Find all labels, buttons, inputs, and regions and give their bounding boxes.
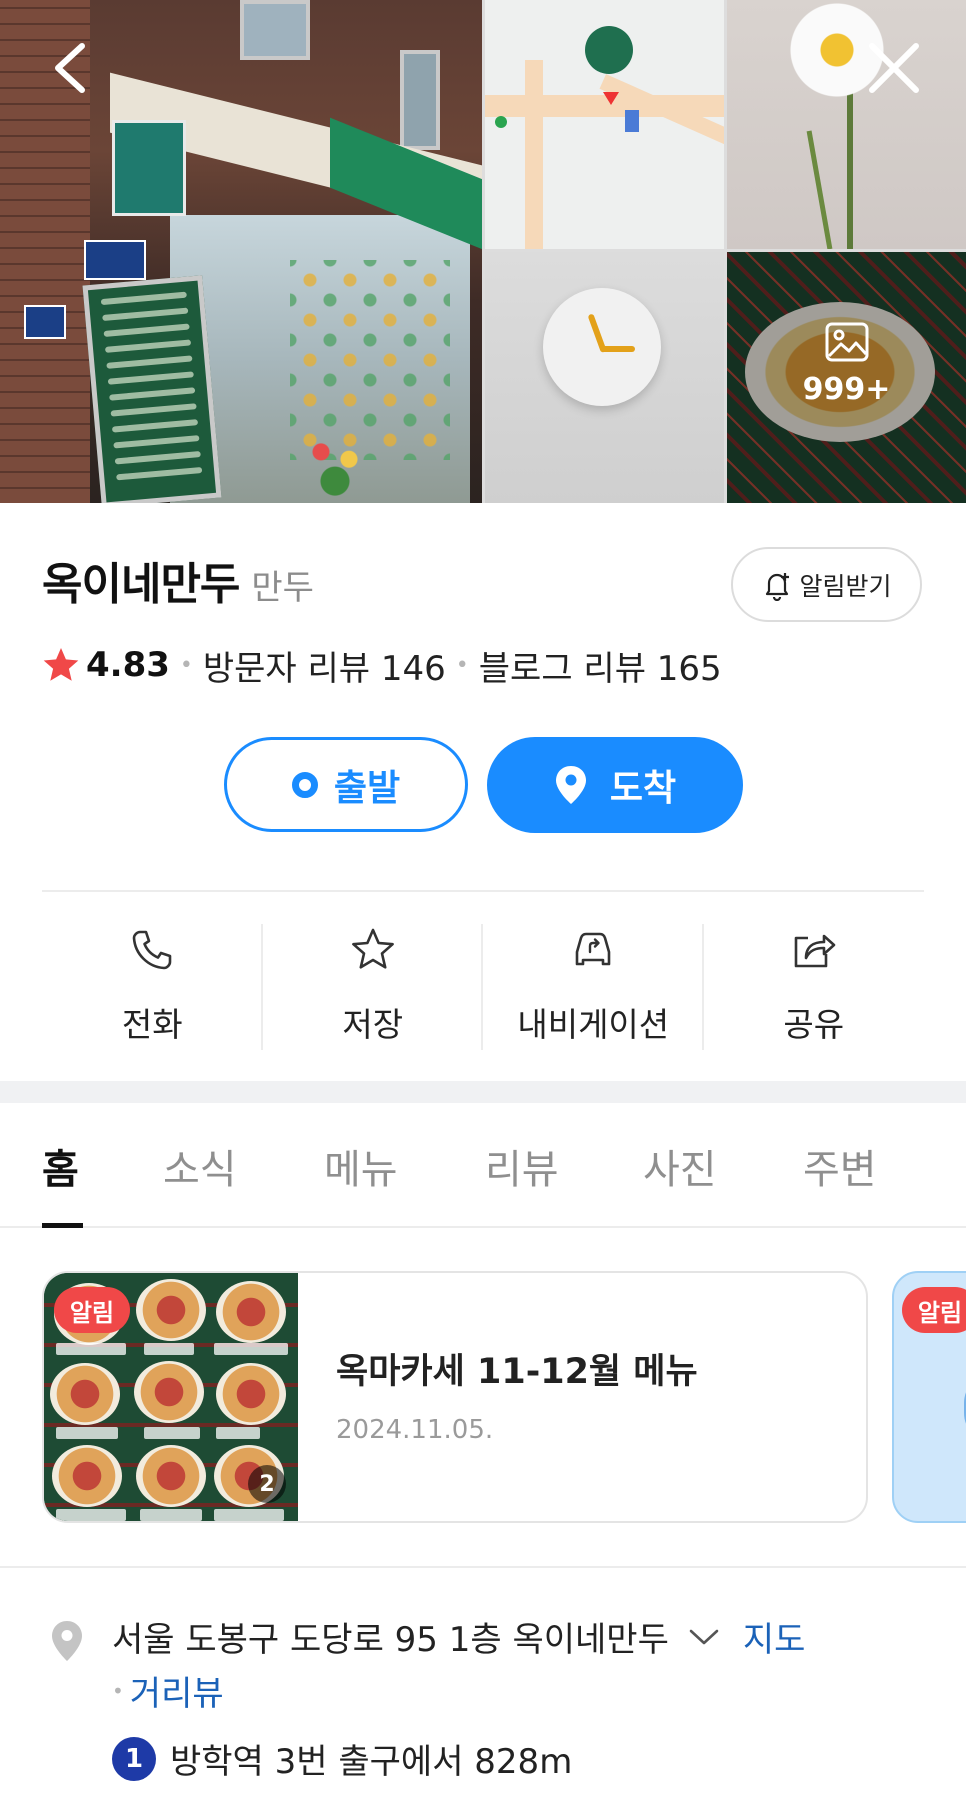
alert-subscribe-button[interactable]: 알림받기 <box>731 547 922 622</box>
chevron-down-icon[interactable] <box>687 1626 721 1648</box>
street-view-link[interactable]: 거리뷰 <box>130 1666 224 1715</box>
tab-nearby[interactable]: 주변 <box>803 1137 877 1195</box>
location-pin-icon <box>555 766 586 804</box>
navigation-label: 내비게이션 <box>517 1005 670 1044</box>
section-separator <box>0 1081 966 1103</box>
arrive-button[interactable]: 도착 <box>487 737 743 833</box>
share-label: 공유 <box>783 1005 845 1044</box>
bell-plus-icon <box>766 572 790 601</box>
arrive-label: 도착 <box>609 768 677 809</box>
tab-news[interactable]: 소식 <box>163 1137 237 1195</box>
more-photos-tile[interactable]: 999+ <box>727 252 966 503</box>
map-link[interactable]: 지도 <box>743 1612 806 1661</box>
image-count-badge: 2 <box>248 1465 286 1503</box>
tab-menu[interactable]: 메뉴 <box>324 1137 398 1195</box>
clock-photo[interactable] <box>485 252 724 503</box>
origin-circle-icon <box>291 771 318 798</box>
share-button[interactable]: 공유 <box>704 918 925 1050</box>
share-icon <box>794 934 836 968</box>
notice-date: 2024.11.05. <box>336 1415 494 1445</box>
call-button[interactable]: 전화 <box>42 918 263 1050</box>
visitor-review-link[interactable]: 방문자 리뷰 146 <box>203 641 446 690</box>
flower-photo[interactable] <box>727 0 966 249</box>
phone-icon <box>132 930 172 970</box>
image-icon <box>825 322 868 362</box>
save-button[interactable]: 저장 <box>263 918 484 1050</box>
save-label: 저장 <box>342 1005 404 1044</box>
alert-subscribe-label: 알림받기 <box>799 571 892 601</box>
separator-dot: • <box>455 652 469 678</box>
rating-score: 4.83 <box>86 645 170 685</box>
close-icon[interactable] <box>866 40 922 96</box>
notice-card[interactable]: 알림 2 옥마카세 11-12월 메뉴 2024.11.05. <box>42 1271 868 1523</box>
depart-label: 출발 <box>333 767 401 809</box>
subway-distance-text: 방학역 3번 출구에서 828m <box>170 1742 573 1782</box>
tab-home[interactable]: 홈 <box>42 1137 79 1195</box>
location-pin-icon <box>52 1621 82 1661</box>
notice-badge: 알림 <box>902 1287 966 1333</box>
blog-review-link[interactable]: 블로그 리뷰 165 <box>479 641 722 690</box>
divider <box>0 1566 966 1568</box>
subway-line-badge: 1 <box>112 1736 156 1781</box>
tab-reviews[interactable]: 리뷰 <box>485 1137 559 1195</box>
divider <box>42 890 924 892</box>
depart-button[interactable]: 출발 <box>224 737 468 832</box>
active-tab-indicator <box>42 1223 83 1228</box>
address-text[interactable]: 서울 도봉구 도당로 95 1층 옥이네만두 <box>112 1612 669 1661</box>
star-filled-icon <box>43 648 79 681</box>
photo-count: 999+ <box>802 372 891 407</box>
notice-card[interactable]: 알림 <box>892 1271 966 1523</box>
address-row: 서울 도봉구 도당로 95 1층 옥이네만두 지도 <box>112 1612 805 1661</box>
action-bar: 전화 저장 내비게이션 공유 <box>42 918 924 1050</box>
star-outline-icon <box>351 928 394 969</box>
place-name: 옥이네만두 <box>42 559 240 610</box>
separator-dot: • <box>112 1678 124 1703</box>
tab-photos[interactable]: 사진 <box>643 1137 717 1195</box>
subway-directions: 1 방학역 3번 출구에서 828m <box>112 1734 572 1783</box>
notice-badge: 알림 <box>54 1287 130 1333</box>
place-category: 만두 <box>251 568 314 608</box>
notice-title: 옥마카세 11-12월 메뉴 <box>336 1352 698 1392</box>
tab-bar: 홈 소식 메뉴 리뷰 사진 주변 <box>0 1103 966 1228</box>
car-navigation-icon <box>575 932 611 966</box>
call-label: 전화 <box>121 1005 183 1044</box>
photo-gallery[interactable]: 999+ <box>0 0 966 503</box>
notice-thumbnail: 알림 2 <box>44 1273 298 1521</box>
navigation-button[interactable]: 내비게이션 <box>483 918 704 1050</box>
place-title: 옥이네만두 만두 <box>42 548 314 610</box>
street-view-row: • 거리뷰 <box>112 1666 224 1715</box>
separator-dot: • <box>179 652 193 678</box>
back-arrow-icon[interactable] <box>44 38 104 98</box>
rating-summary: 4.83 • 방문자 리뷰 146 • 블로그 리뷰 165 <box>42 640 722 690</box>
location-map-photo[interactable] <box>485 0 724 249</box>
